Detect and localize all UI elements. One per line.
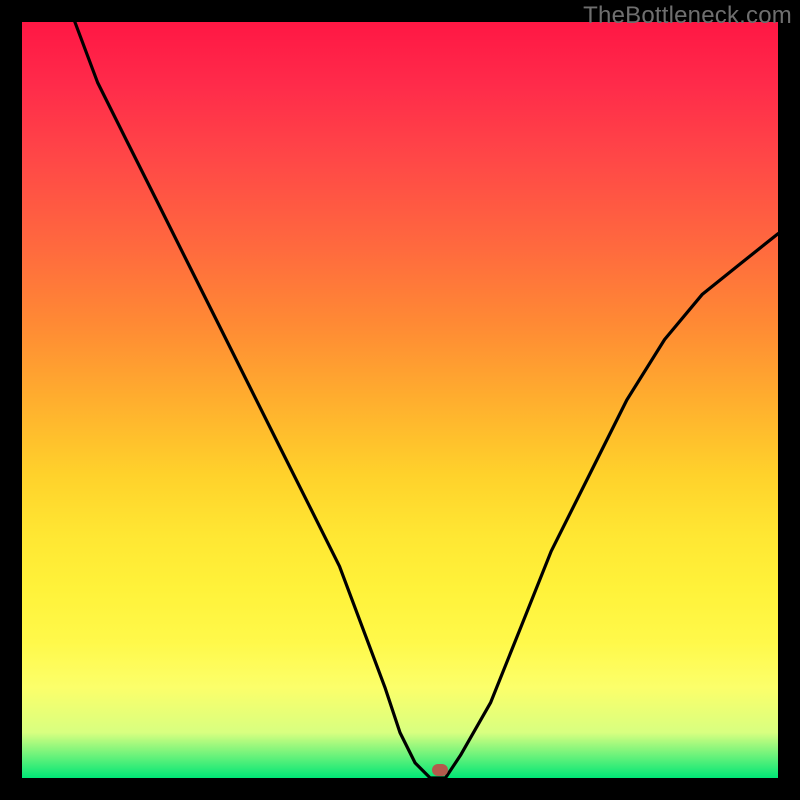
bottleneck-curve <box>22 22 778 778</box>
optimal-point-marker <box>432 764 448 776</box>
chart-frame: TheBottleneck.com <box>0 0 800 800</box>
watermark-text: TheBottleneck.com <box>583 2 792 30</box>
plot-area <box>22 22 778 778</box>
